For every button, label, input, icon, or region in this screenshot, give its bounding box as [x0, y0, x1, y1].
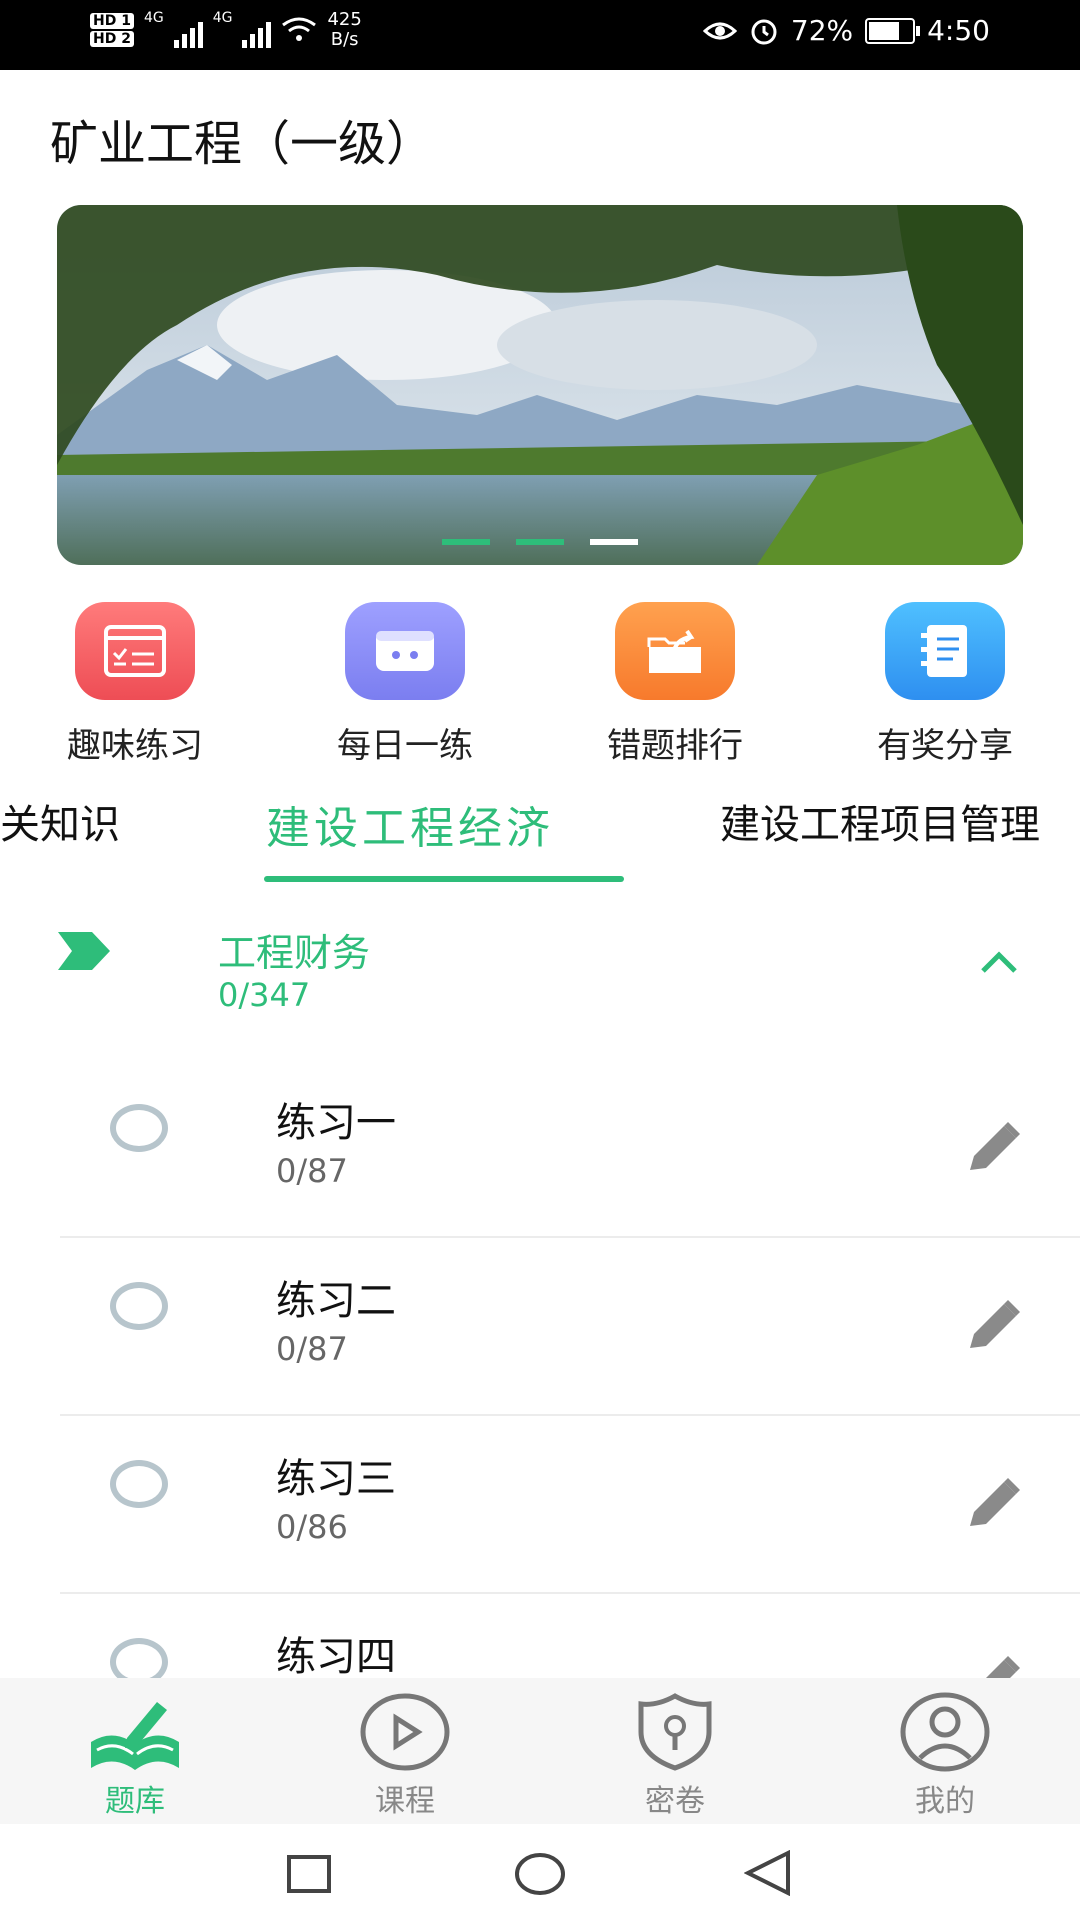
nav-secret-papers[interactable]: 密卷 [540, 1678, 810, 1824]
exercise-progress: 0/86 [276, 1508, 348, 1546]
exercise-name: 练习四 [276, 1634, 396, 1680]
exercise-progress: 0/87 [276, 1152, 348, 1190]
carousel-dot[interactable] [442, 539, 490, 545]
recents-square-icon[interactable] [286, 1854, 332, 1894]
progress-circle-icon [110, 1282, 168, 1330]
nav-question-bank[interactable]: 题库 [0, 1678, 270, 1824]
bottom-nav: 题库 课程 密卷 我的 [0, 1678, 1080, 1824]
folder-share-icon [615, 602, 735, 700]
pencil-icon[interactable] [966, 1298, 1024, 1352]
tab-indicator [264, 876, 624, 882]
quick-actions: 趣味练习 每日一练 错题排行 有奖分享 [0, 602, 1080, 767]
progress-circle-icon [110, 1460, 168, 1508]
clock: 4:50 [927, 14, 990, 47]
tab-project-management[interactable]: 建设工程项目管理 [720, 792, 1040, 850]
quick-action-label: 每日一练 [337, 726, 473, 766]
status-bar: HD 1 HD 2 4G 4G 425 B/s 72% 4:50 [0, 0, 1080, 70]
nav-label: 课程 [375, 1784, 435, 1819]
alarm-icon [751, 19, 777, 44]
nav-label: 题库 [105, 1784, 165, 1819]
nav-courses[interactable]: 课程 [270, 1678, 540, 1824]
system-nav-bar [0, 1824, 1080, 1920]
status-right: 72% 4:50 [702, 14, 990, 47]
list-item[interactable]: 练习二 0/87 [0, 1238, 1080, 1416]
pencil-icon[interactable] [966, 1476, 1024, 1530]
sim2-label: 4G [212, 10, 233, 26]
section-header[interactable]: 工程财务 0/347 [0, 920, 1080, 1030]
page-title: 矿业工程（一级） [50, 116, 435, 172]
list-item[interactable]: 练习一 0/87 [0, 1060, 1080, 1238]
back-triangle-icon[interactable] [744, 1850, 792, 1896]
quick-action-wrong-ranking[interactable]: 错题排行 [540, 602, 810, 767]
play-circle-icon [360, 1693, 450, 1771]
status-left: HD 1 HD 2 4G 4G 425 B/s [90, 10, 362, 50]
exercise-name: 练习三 [276, 1456, 396, 1502]
signal-icon [173, 12, 203, 48]
section-progress: 0/347 [218, 976, 311, 1014]
chevron-up-icon[interactable] [980, 950, 1018, 974]
quick-action-fun-practice[interactable]: 趣味练习 [0, 602, 270, 767]
net-speed: 425 B/s [327, 10, 361, 50]
hd-badges: HD 1 HD 2 [90, 13, 134, 47]
user-circle-icon [900, 1692, 990, 1772]
notebook-icon [885, 602, 1005, 700]
landscape-image [57, 205, 1023, 565]
net-speed-unit: B/s [330, 29, 359, 50]
battery-percent: 72% [790, 14, 854, 47]
quick-action-label: 趣味练习 [67, 726, 203, 766]
subject-tabs: 相关知识 建设工程经济 建设工程项目管理 [0, 780, 1080, 900]
exercise-name: 练习一 [276, 1100, 396, 1146]
wifi-icon [282, 17, 317, 41]
quick-action-share-reward[interactable]: 有奖分享 [810, 602, 1080, 767]
tab-construction-economics[interactable]: 建设工程经济 [266, 792, 554, 856]
eye-icon [702, 22, 737, 39]
book-pen-icon [91, 1702, 179, 1770]
exercise-name: 练习二 [276, 1278, 396, 1324]
pencil-icon[interactable] [966, 1120, 1024, 1174]
section-title: 工程财务 [218, 931, 371, 975]
home-circle-icon[interactable] [514, 1852, 566, 1896]
nav-label: 密卷 [645, 1784, 705, 1819]
signal-icon [242, 12, 272, 48]
carousel-dot[interactable] [516, 539, 564, 545]
checklist-icon [75, 602, 195, 700]
tab-related-knowledge[interactable]: 相关知识 [0, 792, 120, 850]
tag-marker-icon [58, 932, 110, 970]
sim1-label: 4G [143, 10, 164, 26]
quick-action-label: 错题排行 [607, 726, 743, 766]
nav-label: 我的 [915, 1784, 975, 1819]
quick-action-label: 有奖分享 [877, 726, 1013, 766]
shield-lock-icon [638, 1693, 712, 1771]
hd2-badge: HD 2 [90, 31, 134, 47]
hd1-badge: HD 1 [90, 13, 134, 29]
list-item[interactable]: 练习三 0/86 [0, 1416, 1080, 1594]
quick-action-daily-practice[interactable]: 每日一练 [270, 602, 540, 767]
nav-profile[interactable]: 我的 [810, 1678, 1080, 1824]
net-speed-value: 425 [327, 9, 362, 30]
battery-icon [865, 17, 921, 44]
progress-circle-icon [110, 1104, 168, 1152]
banner-carousel[interactable] [57, 205, 1023, 565]
carousel-dot-active[interactable] [590, 539, 638, 545]
carousel-dots [57, 539, 1023, 545]
calendar-icon [345, 602, 465, 700]
exercise-progress: 0/87 [276, 1330, 348, 1368]
